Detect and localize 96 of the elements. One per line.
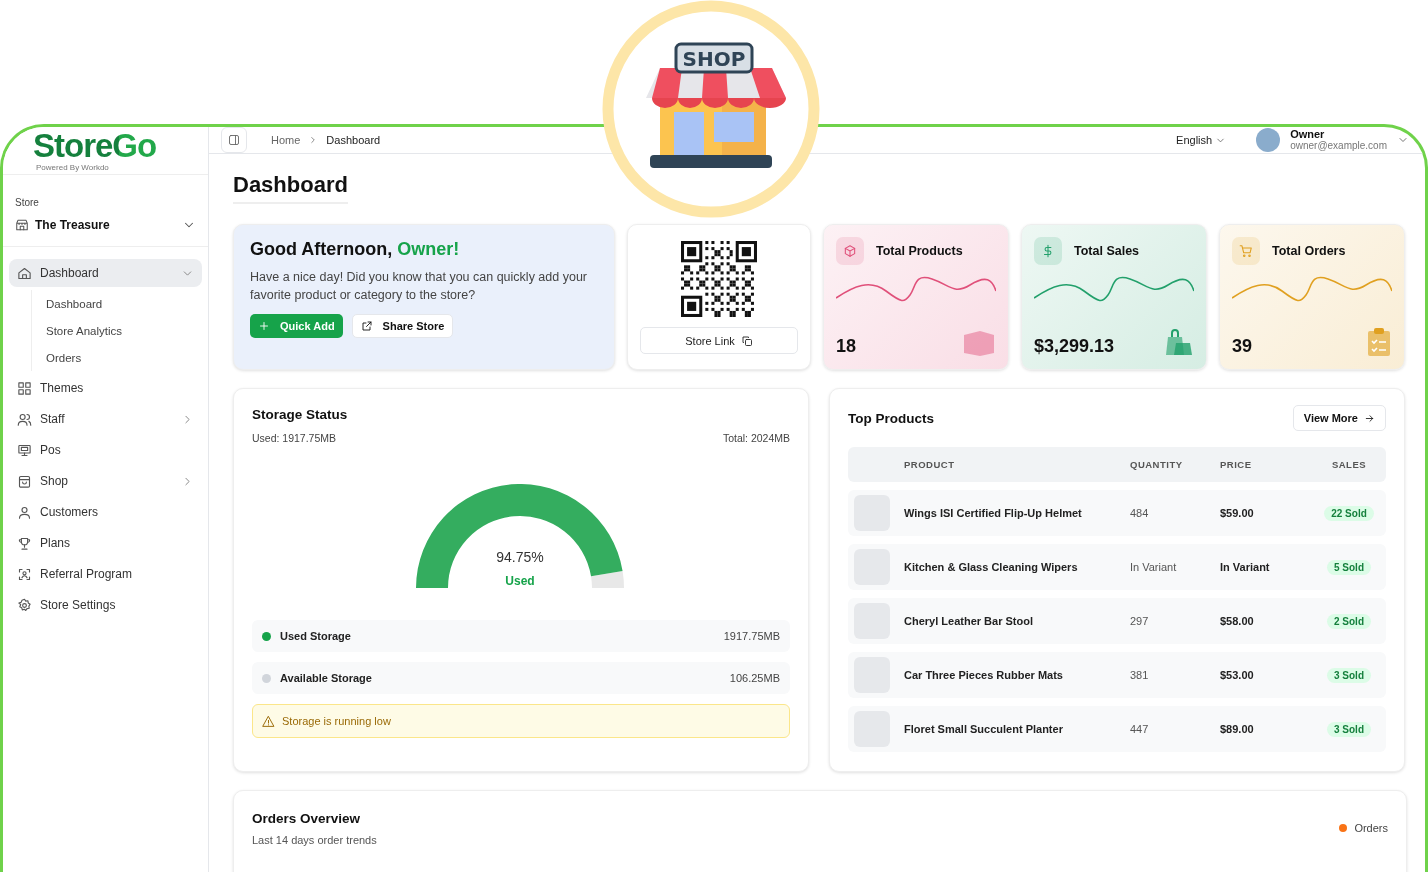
sidebar-item[interactable]: Plans — [9, 529, 202, 557]
sold-badge: 5 Sold — [1327, 559, 1371, 575]
sidebar-item[interactable]: Staff — [9, 405, 202, 433]
gauge-percent: 94.75% — [496, 549, 544, 565]
table-cell-text: In Variant — [1130, 561, 1178, 573]
user-icon — [17, 504, 32, 520]
language-selector[interactable]: English — [1176, 134, 1227, 146]
column-header: PRICE — [1220, 459, 1253, 470]
plus-icon — [258, 320, 270, 332]
product-name: Floret Small Succulent Planter — [904, 723, 1064, 735]
table-cell-text: 297 — [1130, 615, 1150, 627]
column-header: QUANTITY — [1130, 459, 1184, 470]
sidebar-item[interactable]: Store Settings — [9, 591, 202, 619]
store-label: Store — [15, 197, 40, 208]
legend-label: Used Storage — [280, 630, 352, 642]
sidebar-subitem[interactable]: Store Analytics — [32, 317, 202, 344]
sidebar-item[interactable]: Dashboard — [9, 259, 202, 287]
clipboard-icon — [1366, 327, 1392, 357]
stat-value: 18 — [836, 336, 857, 357]
product-name: Car Three Pieces Rubber Mats — [904, 669, 1064, 681]
monitor-icon — [17, 442, 32, 458]
box-icon — [843, 244, 857, 258]
sidebar-item[interactable]: Pos — [9, 436, 202, 464]
stat-value: $3,299.13 — [1034, 336, 1115, 357]
panel-icon — [228, 133, 240, 147]
greeting-text: Good Afternoon, Owner! — [250, 239, 461, 260]
legend-label: Available Storage — [280, 672, 373, 684]
sidebar-subitem[interactable]: Dashboard — [32, 290, 202, 317]
legend-label: Orders — [1354, 822, 1388, 834]
external-link-icon — [360, 320, 373, 332]
share-store-button[interactable]: Share Store — [351, 314, 454, 338]
sidebar-toggle-button[interactable] — [221, 127, 247, 153]
store-selector[interactable]: The Treasure — [15, 218, 196, 232]
product-name: Kitchen & Glass Cleaning Wipers — [904, 561, 1079, 573]
table-cell-text: 447 — [1130, 723, 1150, 735]
product-name: Wings ISI Certified Flip-Up Helmet — [904, 507, 1083, 519]
store-icon — [15, 218, 29, 232]
sidebar-item[interactable]: Referral Program — [9, 560, 202, 588]
user-name: Owner — [1290, 129, 1326, 140]
column-header: SALES — [1331, 459, 1367, 470]
welcome-message: Have a nice day! Did you know that you can quickly add your favorite product or category to the store? — [250, 269, 588, 304]
table-cell-text: $59.00 — [1220, 507, 1255, 519]
sold-badge: 22 Sold — [1324, 505, 1374, 521]
table-cell-text: In Variant — [1220, 561, 1271, 573]
page-title: Dashboard — [233, 172, 348, 204]
table-cell-text: $58.00 — [1220, 615, 1255, 627]
used-text: Used: 1917.75MB — [252, 432, 337, 444]
gauge-track — [591, 570, 624, 588]
card-title: Top Products — [848, 410, 934, 426]
users-icon — [17, 411, 32, 427]
view-more-button[interactable]: View More — [1292, 405, 1386, 431]
cart-icon — [1239, 244, 1253, 258]
table-cell-text: 484 — [1130, 507, 1150, 519]
stat-title: Total Orders — [1272, 244, 1346, 258]
user-email: owner@example.com — [1290, 140, 1387, 151]
settings-icon — [17, 597, 32, 613]
sidebar-item[interactable]: Themes — [9, 374, 202, 402]
trophy-icon — [17, 535, 32, 551]
home-icon — [17, 265, 32, 281]
stat-value: 39 — [1232, 336, 1253, 357]
legend-value: 106.25MB — [729, 672, 780, 684]
table-cell-text: $53.00 — [1220, 669, 1255, 681]
sidebar-item[interactable]: Customers — [9, 498, 202, 526]
grid-icon — [17, 380, 32, 396]
column-header: PRODUCT — [904, 459, 956, 470]
card-title: Orders Overview — [252, 811, 362, 826]
breadcrumb-current: Dashboard — [326, 134, 381, 146]
bag-icon — [17, 473, 32, 489]
referral-icon — [17, 566, 32, 582]
card-title: Storage Status — [252, 407, 349, 422]
copy-icon — [740, 334, 753, 347]
table-cell-text: $89.00 — [1220, 723, 1255, 735]
sidebar-subitem[interactable]: Orders — [32, 344, 202, 371]
arrow-right-icon — [1364, 412, 1375, 424]
gauge-label: Used — [505, 574, 535, 588]
table-cell-text: 381 — [1130, 669, 1150, 681]
shopping-bags-icon — [1164, 327, 1194, 357]
breadcrumb-link[interactable]: Home — [271, 134, 301, 146]
avatar — [1256, 128, 1281, 152]
product-name: Cheryl Leather Bar Stool — [904, 615, 1034, 627]
logo-tagline: Powered By Workdo — [36, 163, 110, 172]
qr-code-icon — [681, 241, 757, 317]
stat-title: Total Products — [876, 244, 963, 258]
dollar-icon — [1041, 244, 1055, 258]
warning-icon — [262, 714, 275, 728]
store-link-button[interactable]: Store Link — [640, 327, 798, 354]
sold-badge: 3 Sold — [1327, 721, 1371, 737]
total-text: Total: 2024MB — [722, 432, 790, 444]
sold-badge: 3 Sold — [1327, 667, 1371, 683]
sold-badge: 2 Sold — [1327, 613, 1371, 629]
card-subtitle: Last 14 days order trends — [252, 834, 377, 846]
legend-value: 1917.75MB — [723, 630, 780, 642]
shop-sign-text: SHOP — [682, 47, 746, 71]
sidebar-item[interactable]: Shop — [9, 467, 202, 495]
warning-alert: Storage is running low — [252, 704, 790, 738]
stat-title: Total Sales — [1074, 244, 1140, 258]
